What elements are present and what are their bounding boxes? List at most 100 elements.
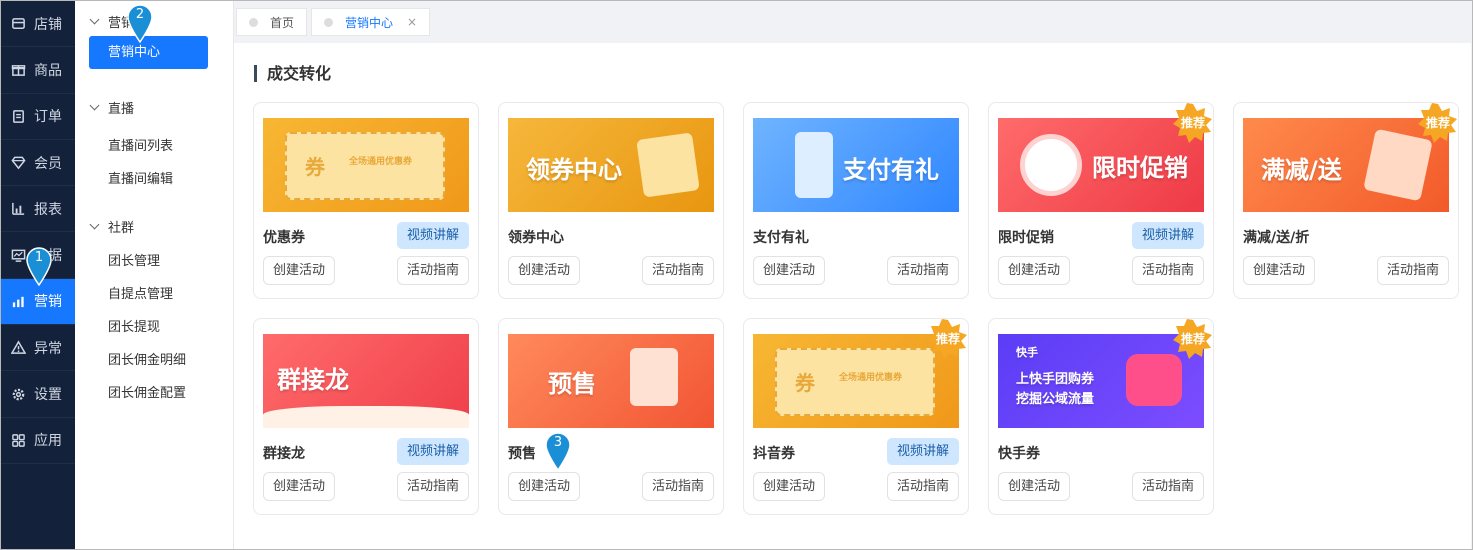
- step-marker-1: 1: [25, 246, 53, 287]
- step-marker-3: 3: [544, 431, 572, 472]
- nav-label: 店铺: [34, 16, 62, 33]
- sidebar-item-live-edit[interactable]: 直播间编辑: [75, 163, 233, 196]
- activity-guide-button[interactable]: 活动指南: [1131, 256, 1204, 285]
- tab-label: 首页: [270, 15, 295, 30]
- activity-guide-button[interactable]: 活动指南: [641, 256, 714, 285]
- card-title: 满减/送/折: [1243, 230, 1310, 246]
- group-marketing[interactable]: 营销: [75, 6, 233, 36]
- clipboard-icon: [11, 109, 26, 124]
- create-activity-button[interactable]: 创建活动: [753, 256, 826, 285]
- tab-dot-icon: [324, 17, 334, 27]
- banner-text: 群接龙: [277, 366, 349, 394]
- banner-text: 预售: [548, 370, 596, 398]
- banner-sub: 全场通用优惠券: [839, 373, 903, 383]
- card-coupon: 券 全场通用优惠券 优惠券 视频讲解 创建活动 活动指南: [253, 102, 479, 299]
- recommend-badge: 推荐: [928, 319, 968, 359]
- activity-guide-button[interactable]: 活动指南: [1376, 256, 1449, 285]
- activity-guide-button[interactable]: 活动指南: [886, 472, 959, 501]
- nav-item-store[interactable]: 店铺: [1, 1, 75, 48]
- bar-chart-icon: [11, 201, 26, 216]
- gift-icon: [11, 62, 26, 77]
- warning-icon: [11, 340, 26, 355]
- create-activity-button[interactable]: 创建活动: [508, 256, 581, 285]
- sidebar-item-pickup-manage[interactable]: 自提点管理: [75, 278, 233, 311]
- presale-banner: 预售: [508, 334, 714, 428]
- coupon-center-banner: 领券中心: [508, 118, 714, 212]
- card-title: 支付有礼: [753, 230, 809, 246]
- banner-line2: 挖掘公域流量: [1016, 392, 1095, 407]
- card-coupon-center: 领券中心 领券中心 创建活动 活动指南: [498, 102, 724, 299]
- create-activity-button[interactable]: 创建活动: [263, 256, 336, 285]
- sidebar-item-live-list[interactable]: 直播间列表: [75, 130, 233, 163]
- sidebar-item-leader-manage[interactable]: 团长管理: [75, 245, 233, 278]
- sidebar-item-leader-withdraw[interactable]: 团长提现: [75, 311, 233, 344]
- tab-bar: 首页 营销中心 ×: [234, 1, 1472, 43]
- banner-line1: 上快手团购券: [1016, 372, 1095, 387]
- activity-guide-button[interactable]: 活动指南: [886, 256, 959, 285]
- nav-label: 应用: [34, 433, 62, 450]
- group-chain-banner: 群接龙: [263, 334, 469, 428]
- recommend-badge: 推荐: [1173, 319, 1213, 359]
- nav-item-goods[interactable]: 商品: [1, 47, 75, 94]
- activity-guide-button[interactable]: 活动指南: [396, 256, 469, 285]
- close-icon[interactable]: ×: [407, 15, 417, 29]
- marker-label: 3: [553, 435, 563, 450]
- video-tutorial-button[interactable]: 视频讲解: [886, 438, 959, 465]
- banner-text: 券: [305, 155, 325, 179]
- gear-icon: [11, 387, 26, 402]
- recommend-badge: 推荐: [1173, 103, 1213, 143]
- video-tutorial-button[interactable]: 视频讲解: [396, 438, 469, 465]
- phone-shape: [795, 132, 833, 198]
- activity-guide-button[interactable]: 活动指南: [641, 472, 714, 501]
- tab-label: 营销中心: [345, 15, 394, 30]
- clock-shape: [1020, 134, 1082, 196]
- envelope-shape: [636, 132, 700, 198]
- nav-label: 报表: [34, 201, 62, 218]
- card-title: 限时促销: [998, 230, 1054, 246]
- badge-label: 推荐: [935, 332, 960, 346]
- diamond-icon: [11, 155, 26, 170]
- nav-item-reports[interactable]: 报表: [1, 186, 75, 233]
- apps-grid-icon: [11, 433, 26, 448]
- card-title: 优惠券: [263, 230, 305, 246]
- create-activity-button[interactable]: 创建活动: [998, 256, 1071, 285]
- nav-item-settings[interactable]: 设置: [1, 371, 75, 418]
- sidebar-item-commission-config[interactable]: 团长佣金配置: [75, 377, 233, 410]
- card-group-chain: 群接龙 群接龙 视频讲解 创建活动 活动指南: [253, 318, 479, 515]
- create-activity-button[interactable]: 创建活动: [753, 472, 826, 501]
- video-tutorial-button[interactable]: 视频讲解: [396, 222, 469, 249]
- badge-label: 推荐: [1180, 116, 1205, 130]
- banner-text: 券: [795, 371, 815, 395]
- nav-item-exceptions[interactable]: 异常: [1, 325, 75, 372]
- gift-card-shape: [630, 348, 678, 406]
- group-community[interactable]: 社群: [75, 211, 233, 241]
- nav-item-apps[interactable]: 应用: [1, 418, 75, 464]
- card-douyin-coupon: 券 全场通用优惠券 推荐 抖音券 视频讲解 创建活动 活动指南: [743, 318, 969, 515]
- group-live[interactable]: 直播: [75, 92, 233, 122]
- tab-dot-icon: [249, 17, 258, 27]
- chevron-down-icon: [89, 219, 100, 229]
- nav-label: 商品: [34, 62, 62, 79]
- banner-brand: 快手: [1016, 346, 1038, 359]
- tab-marketing-center[interactable]: 营销中心 ×: [311, 8, 431, 36]
- nav-item-members[interactable]: 会员: [1, 140, 75, 187]
- marketing-chart-icon: [11, 294, 26, 309]
- badge-label: 推荐: [1180, 332, 1205, 346]
- create-activity-button[interactable]: 创建活动: [998, 472, 1071, 501]
- video-tutorial-button[interactable]: 视频讲解: [1131, 222, 1204, 249]
- banner-text: 限时促销: [1092, 154, 1188, 182]
- card-title: 领券中心: [508, 230, 564, 246]
- create-activity-button[interactable]: 创建活动: [508, 472, 581, 501]
- banner-text: 支付有礼: [843, 156, 939, 184]
- main-content: 成交转化 券 全场通用优惠券 优惠券 视频讲解 创建活动 活动指南 领券中心 领…: [234, 43, 1471, 549]
- sidebar-item-commission-detail[interactable]: 团长佣金明细: [75, 344, 233, 377]
- card-discount: 满减/送 推荐 满减/送/折 创建活动 活动指南: [1233, 102, 1459, 299]
- create-activity-button[interactable]: 创建活动: [1243, 256, 1316, 285]
- activity-guide-button[interactable]: 活动指南: [396, 472, 469, 501]
- create-activity-button[interactable]: 创建活动: [263, 472, 336, 501]
- activity-guide-button[interactable]: 活动指南: [1131, 472, 1204, 501]
- tab-home[interactable]: 首页: [236, 8, 308, 36]
- card-presale: 预售 预售 创建活动 活动指南: [498, 318, 724, 515]
- card-title: 快手券: [998, 446, 1040, 462]
- nav-item-orders[interactable]: 订单: [1, 94, 75, 140]
